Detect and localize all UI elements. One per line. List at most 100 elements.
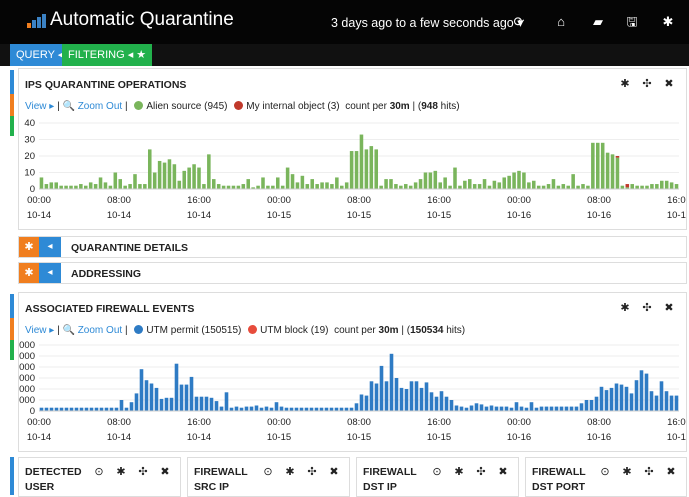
bar-alien-source <box>261 177 265 189</box>
bar-alien-source <box>369 146 374 189</box>
bar-alien-source <box>507 175 511 189</box>
bar-alien-source <box>655 184 659 189</box>
bar-alien-source <box>463 180 467 189</box>
view-link[interactable]: View ▸ <box>25 101 54 112</box>
bar-alien-source <box>147 149 152 189</box>
target-icon[interactable]: ⊙ <box>88 465 110 478</box>
tab-filtering[interactable]: FILTERING ◂ ★ <box>62 44 153 66</box>
move-icon[interactable]: ✣ <box>636 77 658 90</box>
ips-histogram-chart[interactable]: 0 10 20 30 40 00:00 10-14 08:00 10-14 16:00 10-14 0… <box>19 117 686 229</box>
bar-utm-permit <box>364 395 369 411</box>
legend-item-permit[interactable]: UTM permit (150515) <box>146 325 241 336</box>
zoom-out-link[interactable]: 🔍 Zoom Out <box>62 325 122 336</box>
firewall-histogram-chart[interactable]: 0100020003000400050006000 00:00 10-14 08:00… <box>19 339 686 451</box>
bar-alien-source <box>669 182 674 189</box>
x-tick-time-label: 00:00 <box>267 195 291 206</box>
bar-utm-permit <box>669 395 674 411</box>
separator: | <box>57 325 60 336</box>
save-icon[interactable]: 🖫 <box>622 12 642 32</box>
x-tick-time-label: 08:00 <box>587 195 611 206</box>
panel-title-line1: FIREWALL <box>532 466 586 478</box>
bar-alien-source <box>546 184 551 189</box>
bar-alien-source <box>241 184 246 189</box>
legend-item-block[interactable]: UTM block (19) <box>260 325 328 336</box>
panel-accent-green <box>10 116 14 136</box>
bar-alien-source <box>433 170 438 189</box>
move-icon[interactable]: ✣ <box>636 301 658 314</box>
bar-utm-permit <box>609 387 614 411</box>
bar-utm-permit <box>219 406 224 411</box>
gear-icon[interactable]: ✱ <box>616 465 638 478</box>
x-tick-time-label: 00:00 <box>27 195 51 206</box>
panel-title-line2: SRC IP <box>194 481 230 493</box>
separator: | <box>124 325 128 336</box>
target-icon[interactable]: ⊙ <box>594 465 616 478</box>
close-icon[interactable]: ✖ <box>323 465 345 478</box>
x-tick-date-label: 10-16 <box>507 432 531 443</box>
bar-alien-source <box>300 175 305 189</box>
bar-utm-permit <box>454 405 459 411</box>
move-icon[interactable]: ✣ <box>132 465 154 478</box>
tab-query[interactable]: QUERY ◂ <box>10 44 70 66</box>
time-range-picker[interactable]: 3 days ago to a few seconds ago ▾ <box>331 15 524 30</box>
bar-utm-permit <box>469 405 474 411</box>
bar-utm-permit <box>619 384 624 411</box>
target-icon[interactable]: ⊙ <box>257 465 279 478</box>
legend-item-alien[interactable]: Alien source (945) <box>146 101 227 112</box>
bar-utm-permit <box>409 381 414 411</box>
gear-icon[interactable]: ✱ <box>19 237 39 257</box>
target-icon[interactable]: ⊙ <box>426 465 448 478</box>
bar-alien-source <box>600 142 605 189</box>
bar-utm-permit <box>544 406 549 411</box>
expand-chevron-icon[interactable]: ◂ <box>39 237 61 257</box>
bar-alien-source <box>453 167 457 189</box>
panel-title-line2: USER <box>25 481 55 493</box>
move-icon[interactable]: ✣ <box>470 465 492 478</box>
bar-utm-permit <box>419 387 424 411</box>
close-icon[interactable]: ✖ <box>154 465 176 478</box>
x-tick-date-label: 10-16 <box>587 432 611 443</box>
close-icon[interactable]: ✖ <box>492 465 514 478</box>
home-icon[interactable]: ⌂ <box>551 12 571 32</box>
move-icon[interactable]: ✣ <box>638 465 660 478</box>
bar-alien-source <box>413 182 418 189</box>
y-tick-label: 10 <box>24 168 35 179</box>
bar-alien-source <box>295 182 300 189</box>
bar-alien-source <box>93 184 98 189</box>
refresh-icon[interactable]: ⟳ <box>509 12 529 32</box>
bar-utm-permit <box>249 406 254 411</box>
x-tick-date-label: 10-15 <box>267 432 291 443</box>
bar-alien-source <box>512 172 516 189</box>
bar-internal-object <box>615 156 620 158</box>
bar-alien-source <box>605 152 610 189</box>
bar-alien-source <box>492 180 497 189</box>
bar-alien-source <box>202 184 206 189</box>
gear-icon[interactable]: ✱ <box>658 12 678 32</box>
bar-alien-source <box>167 159 172 189</box>
close-icon[interactable]: ✖ <box>660 465 682 478</box>
expand-chevron-icon[interactable]: ◂ <box>39 263 61 283</box>
bar-utm-permit <box>654 395 659 411</box>
bar-utm-permit <box>599 386 604 411</box>
bar-utm-permit <box>529 402 534 411</box>
bar-utm-permit <box>129 402 134 411</box>
bar-utm-permit <box>209 397 214 411</box>
gear-icon[interactable]: ✱ <box>19 263 39 283</box>
zoom-out-link[interactable]: 🔍 Zoom Out <box>62 101 122 112</box>
gear-icon[interactable]: ✱ <box>448 465 470 478</box>
folder-open-icon[interactable]: ▰ <box>588 12 608 32</box>
gear-icon[interactable]: ✱ <box>279 465 301 478</box>
gear-icon[interactable]: ✱ <box>614 301 636 314</box>
legend-swatch-block <box>248 325 258 334</box>
close-icon[interactable]: ✖ <box>658 301 680 314</box>
bar-utm-permit <box>199 396 204 411</box>
close-icon[interactable]: ✖ <box>658 77 680 90</box>
legend-item-internal[interactable]: My internal object (3) <box>246 101 339 112</box>
view-link[interactable]: View ▸ <box>25 325 54 336</box>
gear-icon[interactable]: ✱ <box>110 465 132 478</box>
bar-utm-permit <box>444 396 449 411</box>
gear-icon[interactable]: ✱ <box>614 77 636 90</box>
bar-alien-source <box>364 149 369 189</box>
move-icon[interactable]: ✣ <box>301 465 323 478</box>
bar-alien-source <box>211 179 216 189</box>
